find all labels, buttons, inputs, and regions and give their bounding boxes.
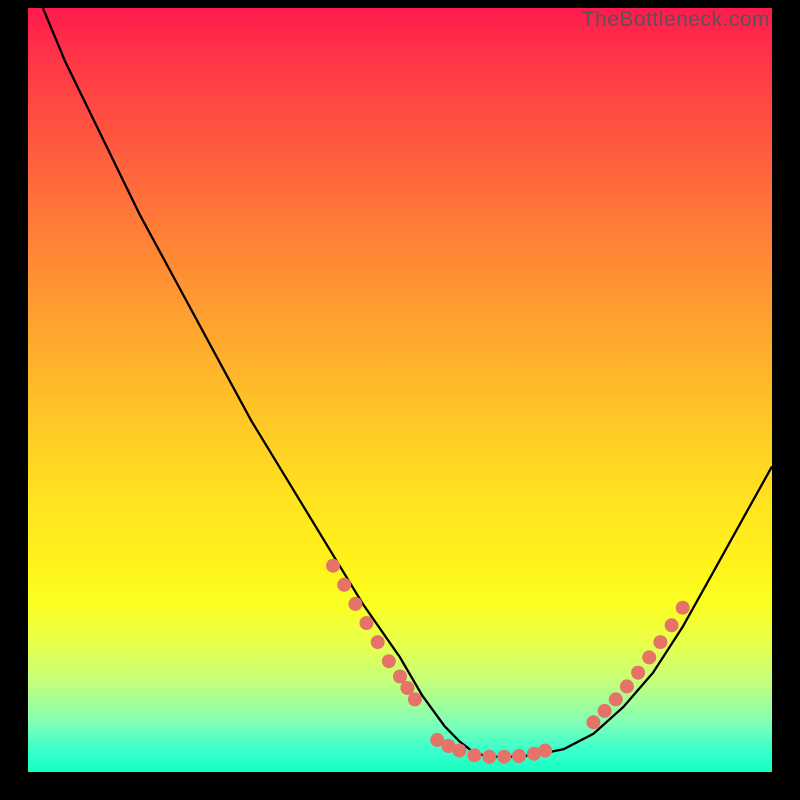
data-marker: [631, 666, 645, 680]
data-marker: [676, 601, 690, 615]
data-marker: [620, 679, 634, 693]
data-marker: [408, 692, 422, 706]
data-marker: [665, 618, 679, 632]
data-marker: [453, 744, 467, 758]
data-marker: [512, 749, 526, 763]
chart-frame: [28, 8, 772, 772]
data-marker: [400, 681, 414, 695]
data-marker: [653, 635, 667, 649]
data-marker: [382, 654, 396, 668]
data-marker: [482, 750, 496, 764]
data-marker: [393, 670, 407, 684]
data-marker: [360, 616, 374, 630]
data-marker: [497, 750, 511, 764]
marker-layer: [28, 8, 772, 772]
data-marker: [326, 559, 340, 573]
data-marker: [642, 650, 656, 664]
data-marker: [598, 704, 612, 718]
data-marker: [348, 597, 362, 611]
watermark-text: TheBottleneck.com: [582, 8, 770, 32]
data-marker: [586, 715, 600, 729]
data-marker: [371, 635, 385, 649]
data-marker: [467, 748, 481, 762]
data-marker: [538, 744, 552, 758]
data-marker: [337, 578, 351, 592]
data-marker: [609, 692, 623, 706]
